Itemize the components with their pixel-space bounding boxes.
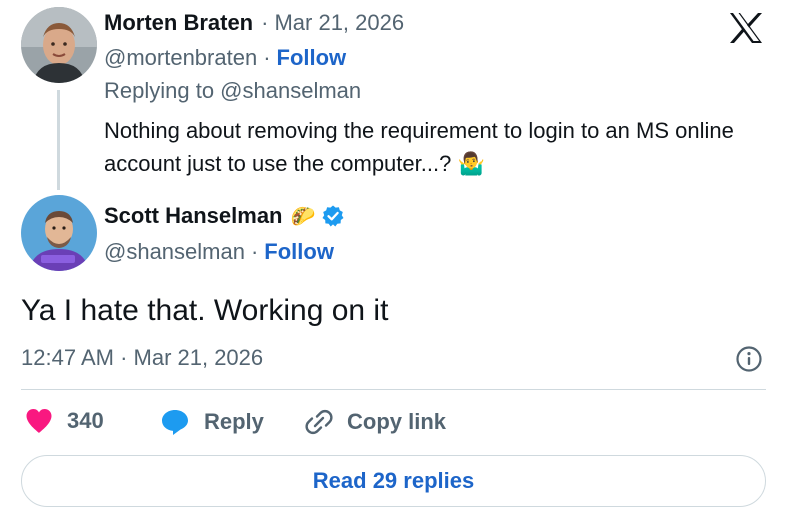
reply-label: Reply: [204, 409, 264, 434]
reply-text: Nothing about removing the requirement t…: [104, 118, 734, 176]
replying-to-label[interactable]: Replying to @shanselman: [104, 78, 361, 104]
reply-date[interactable]: Mar 21, 2026: [274, 10, 404, 36]
header-separator: ·: [261, 10, 269, 35]
main-handle-separator: ·: [250, 239, 259, 264]
reply-author-name[interactable]: Morten Braten: [104, 10, 253, 36]
read-replies-label: Read 29 replies: [312, 468, 475, 493]
verified-badge-icon: [321, 204, 345, 228]
tweet-timestamp[interactable]: 12:47 AM · Mar 21, 2026: [21, 345, 263, 371]
shrug-emoji: 🤷‍♂️: [457, 151, 485, 176]
reply-handle-row: @mortenbraten · Follow: [104, 45, 346, 71]
scott-avatar[interactable]: [21, 195, 97, 271]
reply-button[interactable]: Reply: [160, 408, 264, 436]
handle-separator: ·: [263, 45, 271, 70]
reply-author-handle[interactable]: @mortenbraten: [104, 45, 257, 71]
link-icon: [305, 409, 333, 435]
main-handle-row: @shanselman · Follow: [104, 239, 334, 265]
reply-bubble-icon: [162, 410, 188, 435]
main-tweet-text: Ya I hate that. Working on it: [21, 294, 389, 327]
copy-link-label: Copy link: [347, 409, 447, 434]
follow-scott-button[interactable]: Follow: [264, 239, 334, 265]
info-icon[interactable]: [735, 345, 763, 373]
x-logo-icon[interactable]: [728, 12, 764, 44]
like-count: 340: [67, 408, 104, 433]
main-tweet-header: Scott Hanselman 🌮: [104, 203, 345, 229]
main-author-name[interactable]: Scott Hanselman: [104, 203, 283, 229]
actions-divider: [21, 389, 766, 390]
heart-icon: [26, 409, 52, 433]
thread-connector-line: [57, 90, 60, 190]
read-replies-button[interactable]: Read 29 replies: [21, 455, 766, 507]
follow-morten-button[interactable]: Follow: [277, 45, 347, 71]
copy-link-button[interactable]: Copy link: [305, 408, 446, 436]
morten-avatar[interactable]: [21, 7, 97, 83]
taco-emoji: 🌮: [290, 205, 316, 228]
reply-tweet-header: Morten Braten · Mar 21, 2026: [104, 10, 404, 36]
main-author-handle[interactable]: @shanselman: [104, 239, 245, 265]
reply-tweet-text: Nothing about removing the requirement t…: [104, 114, 754, 180]
like-button[interactable]: 340: [25, 408, 104, 434]
